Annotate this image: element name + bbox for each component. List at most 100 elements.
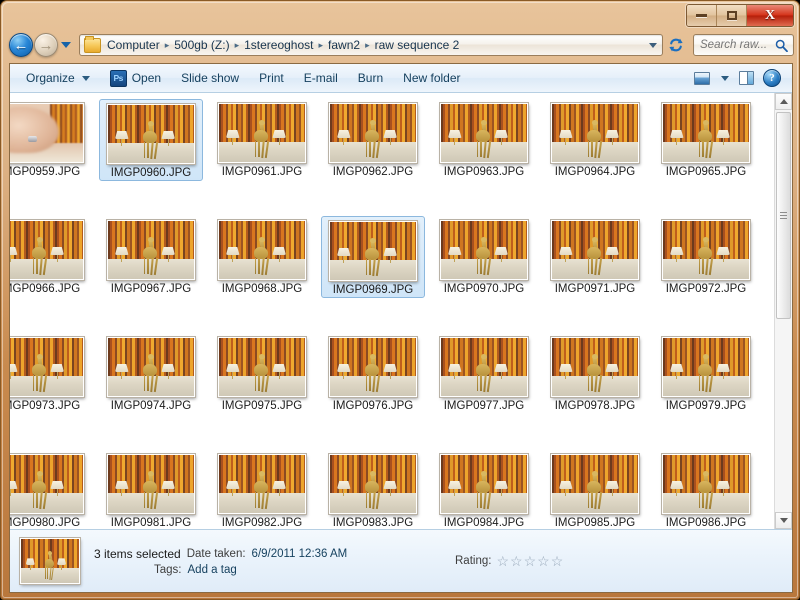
help-icon: ? [763, 69, 781, 87]
thumbnail-wrapper [217, 218, 307, 281]
minimize-icon [696, 14, 707, 17]
recent-pages-chevron-down-icon[interactable] [61, 42, 71, 48]
triangle-up-icon [779, 99, 788, 104]
file-item[interactable]: IMGP0963.JPG [432, 99, 536, 179]
maximize-icon [726, 11, 737, 20]
refresh-button[interactable] [665, 34, 687, 56]
back-button[interactable]: ← [9, 33, 33, 57]
file-item[interactable]: IMGP0978.JPG [543, 333, 647, 413]
search-box[interactable] [693, 34, 794, 56]
file-thumbnail [106, 219, 196, 281]
file-thumbnail [10, 336, 85, 398]
search-input[interactable] [694, 39, 775, 51]
client-area: Organize Ps Open Slide show Print E-mail… [9, 63, 793, 593]
open-button[interactable]: Ps Open [100, 65, 171, 92]
rating-label: Rating: [455, 555, 492, 567]
file-item[interactable]: IMGP0981.JPG [99, 450, 203, 529]
breadcrumb-item-1stereoghost[interactable]: 1stereoghost [241, 37, 316, 53]
minimize-button[interactable] [687, 5, 717, 26]
file-item[interactable]: IMGP0971.JPG [543, 216, 647, 296]
file-item[interactable]: IMGP0970.JPG [432, 216, 536, 296]
rating-star-1[interactable]: ☆ [496, 553, 510, 569]
rating-star-2[interactable]: ☆ [510, 553, 524, 569]
vertical-scrollbar[interactable] [774, 93, 792, 529]
file-name-label: IMGP0986.JPG [665, 517, 747, 529]
rating-stars[interactable]: ☆☆☆☆☆ [496, 554, 564, 569]
thumbnail-wrapper [439, 335, 529, 398]
breadcrumb-item-computer[interactable]: Computer [104, 37, 163, 53]
rating-star-3[interactable]: ☆ [524, 553, 538, 569]
breadcrumb-item-fawn2[interactable]: fawn2 [325, 37, 363, 53]
thumbnail-wrapper [10, 218, 85, 281]
file-item[interactable]: IMGP0972.JPG [654, 216, 758, 296]
file-item[interactable]: IMGP0982.JPG [210, 450, 314, 529]
address-bar[interactable]: Computer ▸ 500gb (Z:) ▸ 1stereoghost ▸ f… [79, 34, 663, 56]
file-thumbnail [106, 103, 196, 165]
file-name-label: IMGP0984.JPG [443, 517, 525, 529]
thumbnail-wrapper [10, 101, 85, 164]
forward-button[interactable]: → [34, 33, 58, 57]
scrollbar-track[interactable] [775, 110, 792, 512]
file-item[interactable]: IMGP0960.JPG [99, 99, 203, 181]
file-grid[interactable]: IMGP0959.JPG IMGP0960.JPG IMGP0961.JPG IMGP… [10, 93, 774, 529]
thumbnail-wrapper [550, 452, 640, 515]
file-item[interactable]: IMGP0959.JPG [10, 99, 92, 179]
file-thumbnail [661, 336, 751, 398]
breadcrumb-item-drive[interactable]: 500gb (Z:) [171, 37, 232, 53]
grip-icon [780, 212, 787, 219]
file-thumbnail [106, 336, 196, 398]
details-pane: 3 items selected Date taken: 6/9/2011 12… [10, 529, 792, 592]
change-view-button[interactable] [690, 67, 714, 89]
file-item[interactable]: IMGP0967.JPG [99, 216, 203, 296]
address-chevron-down-icon[interactable] [649, 42, 657, 48]
print-button[interactable]: Print [249, 66, 294, 90]
file-item[interactable]: IMGP0984.JPG [432, 450, 536, 529]
scroll-down-button[interactable] [775, 512, 792, 529]
file-item[interactable]: IMGP0965.JPG [654, 99, 758, 179]
file-item[interactable]: IMGP0966.JPG [10, 216, 92, 296]
file-item[interactable]: IMGP0979.JPG [654, 333, 758, 413]
file-item[interactable]: IMGP0974.JPG [99, 333, 203, 413]
explorer-window: X ← → Computer ▸ 500gb (Z:) ▸ 1stereogho… [0, 0, 800, 600]
burn-button[interactable]: Burn [348, 66, 393, 90]
navigation-bar: ← → Computer ▸ 500gb (Z:) ▸ 1stereoghost… [1, 29, 800, 61]
file-thumbnail [328, 336, 418, 398]
file-item[interactable]: IMGP0983.JPG [321, 450, 425, 529]
breadcrumb-separator: ▸ [365, 39, 370, 50]
details-info: 3 items selected Date taken: 6/9/2011 12… [94, 547, 347, 576]
file-thumbnail [550, 219, 640, 281]
file-item[interactable]: IMGP0980.JPG [10, 450, 92, 529]
file-name-label: IMGP0983.JPG [332, 517, 414, 529]
organize-button[interactable]: Organize [16, 66, 100, 90]
file-thumbnail [439, 336, 529, 398]
breadcrumb-item-raw-sequence-2[interactable]: raw sequence 2 [372, 37, 463, 53]
file-item[interactable]: IMGP0976.JPG [321, 333, 425, 413]
file-item[interactable]: IMGP0964.JPG [543, 99, 647, 179]
rating-star-4[interactable]: ☆ [537, 553, 551, 569]
thumbnail-wrapper [217, 101, 307, 164]
preview-pane-button[interactable] [734, 67, 758, 89]
file-item[interactable]: IMGP0968.JPG [210, 216, 314, 296]
file-item[interactable]: IMGP0975.JPG [210, 333, 314, 413]
date-taken-value: 6/9/2011 12:36 AM [251, 547, 348, 560]
file-item[interactable]: IMGP0961.JPG [210, 99, 314, 179]
file-thumbnail [328, 220, 418, 282]
add-a-tag-field[interactable]: Add a tag [188, 564, 237, 576]
file-thumbnail [439, 219, 529, 281]
maximize-button[interactable] [717, 5, 747, 26]
file-item[interactable]: IMGP0985.JPG [543, 450, 647, 529]
scroll-up-button[interactable] [775, 93, 792, 110]
file-item[interactable]: IMGP0977.JPG [432, 333, 536, 413]
file-item[interactable]: IMGP0973.JPG [10, 333, 92, 413]
file-item[interactable]: IMGP0962.JPG [321, 99, 425, 179]
change-view-dropdown[interactable] [716, 67, 732, 89]
scrollbar-thumb[interactable] [776, 112, 791, 319]
close-button[interactable]: X [747, 5, 793, 26]
file-item[interactable]: IMGP0969.JPG [321, 216, 425, 298]
slideshow-button[interactable]: Slide show [171, 66, 249, 90]
new-folder-button[interactable]: New folder [393, 66, 470, 90]
rating-star-5[interactable]: ☆ [551, 553, 565, 569]
email-button[interactable]: E-mail [294, 66, 348, 90]
help-button[interactable]: ? [760, 67, 784, 89]
file-item[interactable]: IMGP0986.JPG [654, 450, 758, 529]
